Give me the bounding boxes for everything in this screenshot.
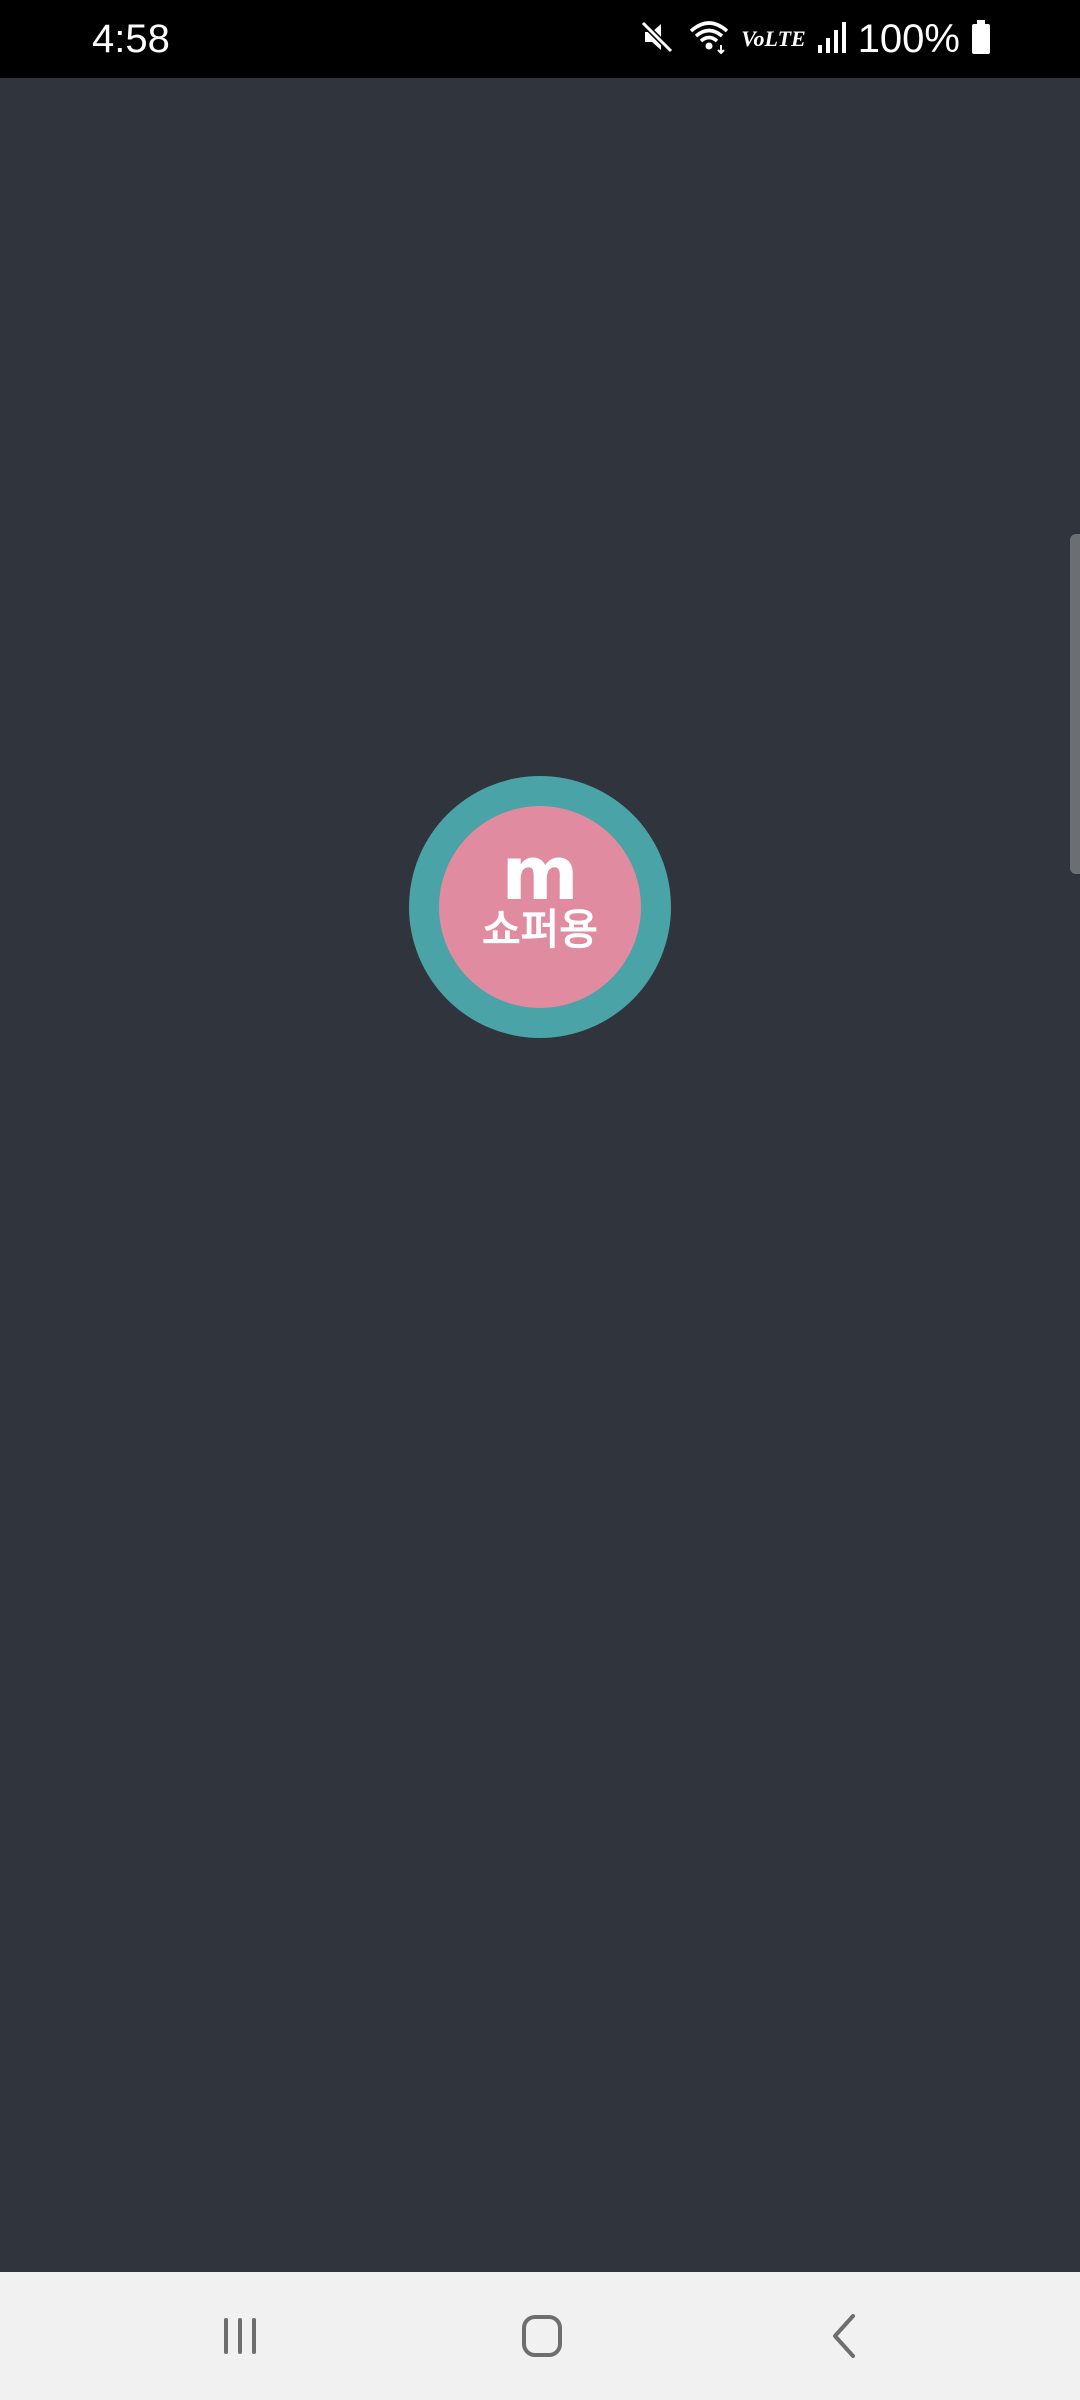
scroll-indicator[interactable]: [1070, 534, 1080, 874]
wifi-icon: [687, 17, 731, 61]
signal-icon: [816, 19, 848, 59]
home-icon: [522, 2315, 562, 2357]
volte-icon: VoLTE: [741, 26, 806, 51]
battery-icon: [970, 19, 992, 59]
status-time: 4:58: [92, 17, 170, 61]
mute-icon: [637, 17, 677, 61]
logo-text: 쇼퍼용: [482, 905, 598, 954]
battery-percent: 100%: [857, 17, 960, 61]
recents-icon: [224, 2318, 256, 2354]
back-button[interactable]: [785, 2296, 905, 2376]
app-logo: m 쇼퍼용: [409, 776, 671, 1038]
logo-letter: m: [501, 831, 579, 917]
home-button[interactable]: [482, 2296, 602, 2376]
status-icons: VoLTE 100%: [637, 14, 992, 64]
logo-badge: m 쇼퍼용: [439, 806, 641, 1008]
splash-screen: [0, 78, 1080, 2272]
navigation-bar: [0, 2272, 1080, 2400]
back-icon: [833, 2314, 855, 2358]
status-bar: 4:58 VoLTE 100%: [0, 0, 1080, 78]
recents-button[interactable]: [181, 2296, 301, 2376]
